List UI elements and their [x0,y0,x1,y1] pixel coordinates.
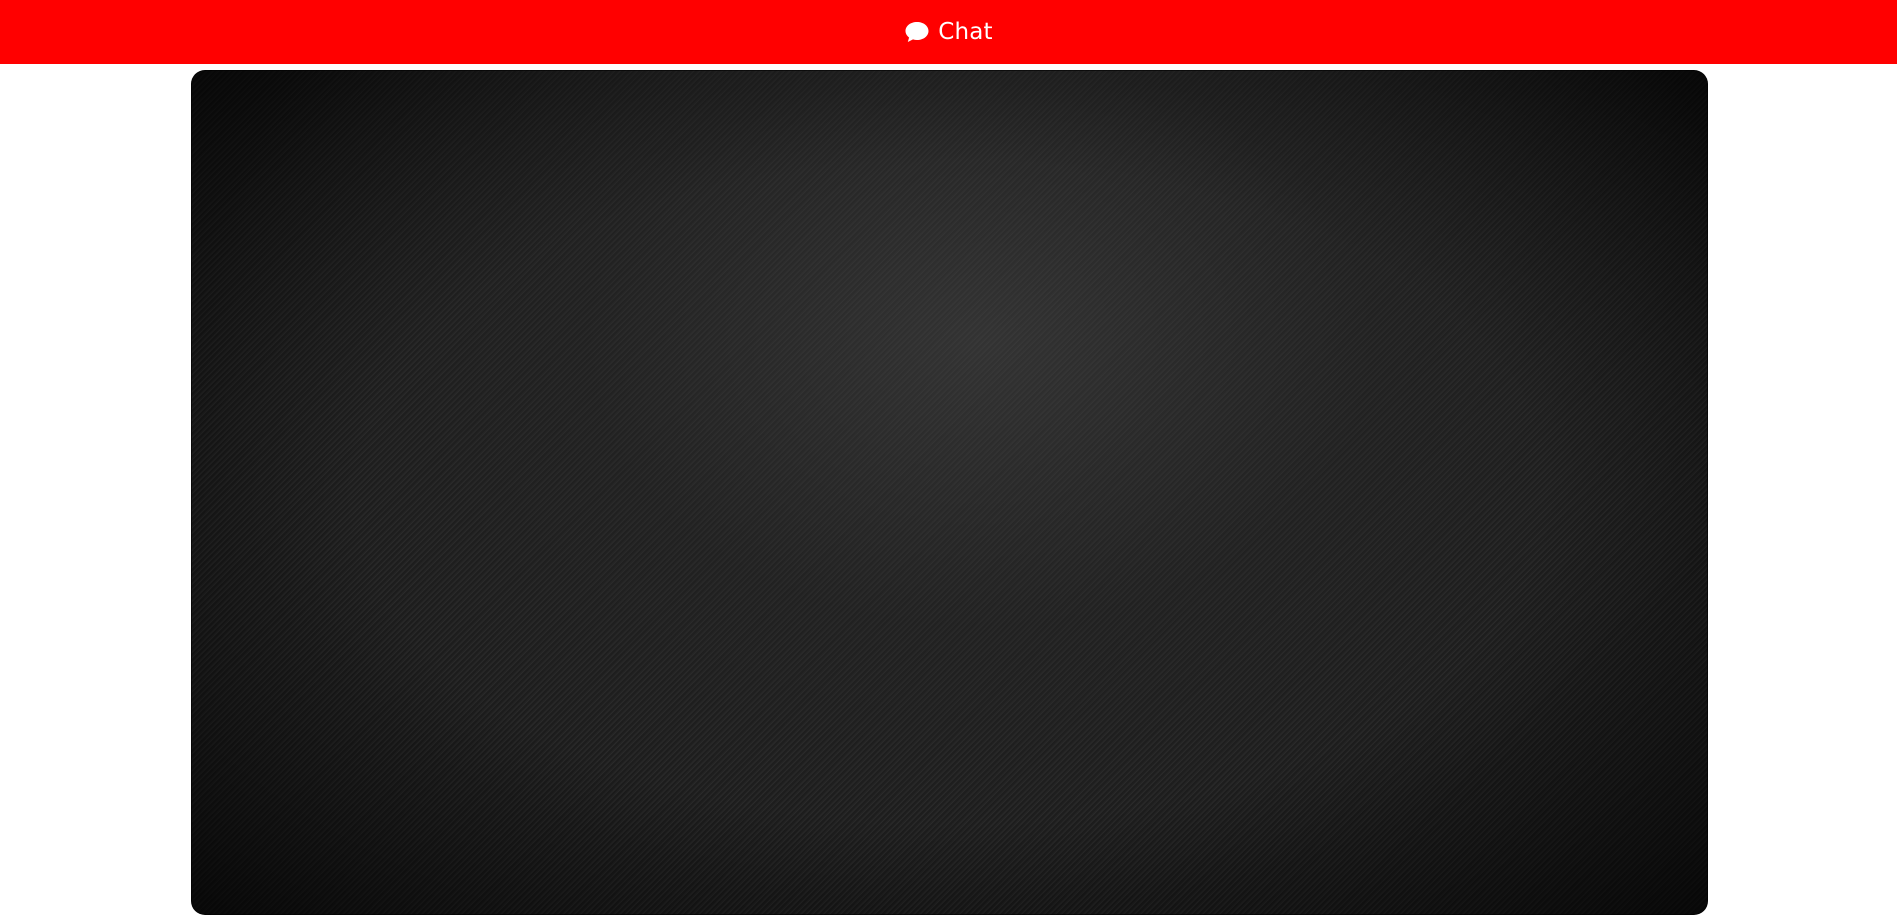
header-title: Chat [938,18,993,45]
chat-bubble-icon [904,20,930,44]
chat-panel [191,70,1708,915]
chat-header-link[interactable]: Chat [904,20,993,44]
app-header: Chat [0,0,1897,64]
